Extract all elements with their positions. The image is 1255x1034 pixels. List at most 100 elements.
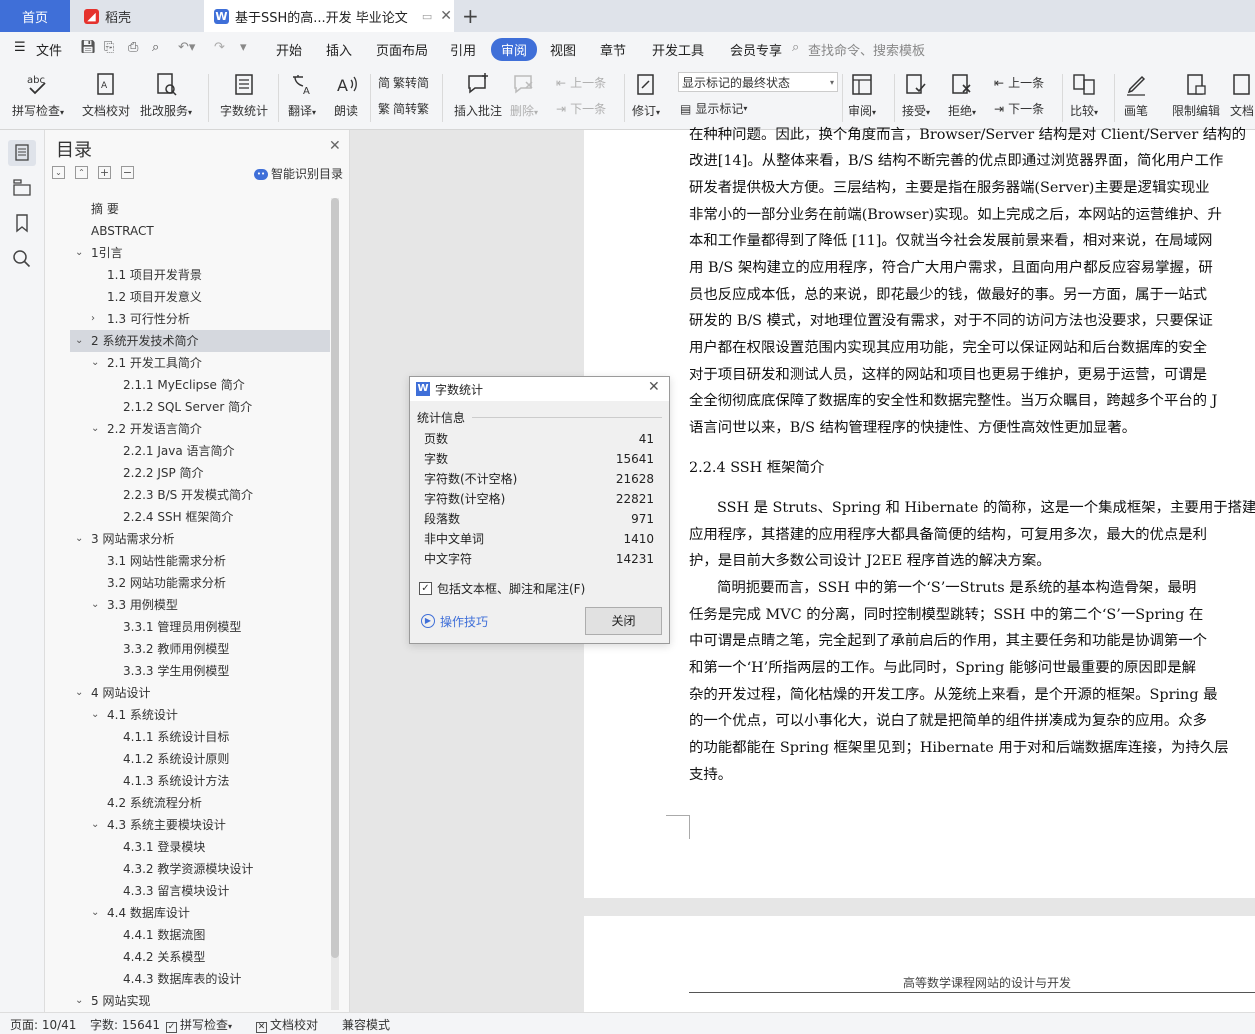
toc-item[interactable]: 4.1.3 系统设计方法 — [123, 770, 229, 792]
chevron-right-icon[interactable]: › — [91, 308, 95, 330]
close-icon[interactable]: ✕ — [329, 138, 341, 154]
new-tab-button[interactable]: + — [462, 0, 482, 32]
close-icon[interactable]: ✕ — [648, 379, 660, 395]
toc-item-selected[interactable]: ⌄ 2 系统开发技术简介 — [75, 330, 295, 352]
tab-home[interactable]: 首页 — [0, 0, 70, 32]
doc-check-button[interactable]: A 文档校对 — [82, 72, 130, 119]
compare-button[interactable]: 比较▾ — [1070, 72, 1098, 119]
expand-down-icon[interactable]: ⌄ — [52, 166, 65, 179]
chevron-down-icon[interactable]: ⌄ — [91, 594, 99, 616]
redo-icon[interactable]: ↷ — [214, 40, 225, 55]
toc-item[interactable]: ⌄ 2.1 开发工具简介 — [91, 352, 291, 374]
prev-revision-button[interactable]: ⇤ 上一条 — [994, 74, 1044, 91]
toc-item[interactable]: 4.4.2 关系模型 — [123, 946, 205, 968]
markup-state-select[interactable]: 显示标记的最终状态 ▾ — [678, 72, 838, 92]
menu-page-layout[interactable]: 页面布局 — [376, 40, 428, 59]
toc-item[interactable]: 3.3.2 教师用例模型 — [123, 638, 229, 660]
menu-view[interactable]: 视图 — [550, 40, 576, 59]
chevron-down-icon[interactable]: ⌄ — [91, 418, 99, 440]
navigation-pane-icon[interactable] — [11, 176, 33, 198]
read-aloud-button[interactable]: A 朗读 — [334, 72, 358, 119]
accept-button[interactable]: 接受▾ — [902, 72, 930, 119]
menu-review[interactable]: 审阅 — [491, 38, 538, 61]
toc-item[interactable]: ⌄ 4 网站设计 — [75, 682, 275, 704]
toc-item[interactable]: ⌄ 4.4 数据库设计 — [91, 902, 291, 924]
print-icon[interactable]: ⎙ — [128, 40, 138, 55]
toc-item[interactable]: ⌄ 2.2 开发语言简介 — [91, 418, 291, 440]
spell-check-status[interactable]: ✓ 拼写检查▾ — [166, 1016, 232, 1033]
insert-comment-button[interactable]: 插入批注 — [454, 72, 502, 119]
word-count-button[interactable]: 字数统计 — [220, 72, 268, 119]
translate-button[interactable]: A 翻译▾ — [288, 72, 316, 119]
toc-item[interactable]: 3.3.3 学生用例模型 — [123, 660, 229, 682]
menu-insert[interactable]: 插入 — [326, 40, 352, 59]
toc-item[interactable]: ⌄ 3 网站需求分析 — [75, 528, 275, 550]
menu-start[interactable]: 开始 — [276, 40, 302, 59]
save-icon[interactable]: 💾︎ — [80, 40, 97, 55]
toc-item[interactable]: 2.1.1 MyEclipse 简介 — [123, 374, 245, 396]
page-indicator[interactable]: 页面: 10/41 — [10, 1016, 76, 1033]
expand-all-icon[interactable]: + — [98, 166, 111, 179]
reject-button[interactable]: 拒绝▾ — [948, 72, 976, 119]
toc-item[interactable]: 2.2.1 Java 语言简介 — [123, 440, 235, 462]
annotate-service-button[interactable]: 批改服务▾ — [140, 72, 192, 119]
toc-item[interactable]: 4.4.1 数据流图 — [123, 924, 205, 946]
customize-icon[interactable]: ▾ — [240, 40, 247, 55]
preview-icon[interactable]: ⌕ — [152, 40, 159, 55]
toc-item[interactable]: 2.2.4 SSH 框架简介 — [123, 506, 233, 528]
toc-item[interactable]: › 1.3 可行性分析 — [91, 308, 291, 330]
tips-link[interactable]: 操作技巧 — [440, 613, 488, 630]
toc-item[interactable]: 1.2 项目开发意义 — [107, 286, 202, 308]
prev-comment-button[interactable]: ⇤ 上一条 — [556, 74, 606, 91]
include-textbox-checkbox[interactable]: ✓ — [419, 582, 432, 595]
toc-item[interactable]: 3.2 网站功能需求分析 — [107, 572, 226, 594]
toc-item[interactable]: ⌄ 1引言 — [75, 242, 275, 264]
hamburger-icon[interactable]: ☰ — [14, 40, 26, 55]
toc-item[interactable]: 4.3.3 留言模块设计 — [123, 880, 229, 902]
chevron-down-icon[interactable]: ⌄ — [91, 814, 99, 836]
menu-member[interactable]: 会员专享 — [730, 40, 782, 59]
bookmark-icon[interactable] — [11, 212, 33, 234]
next-revision-button[interactable]: ⇥ 下一条 — [994, 100, 1044, 117]
toc-item[interactable]: ⌄ 5 网站实现 — [75, 990, 275, 1012]
chevron-down-icon[interactable]: ⌄ — [91, 902, 99, 924]
collapse-all-icon[interactable]: − — [121, 166, 134, 179]
spell-check-button[interactable]: abc 拼写检查▾ — [12, 72, 64, 119]
toc-item[interactable]: 4.3.1 登录模块 — [123, 836, 205, 858]
toc-item[interactable]: 2.1.2 SQL Server 简介 — [123, 396, 252, 418]
chevron-down-icon[interactable]: ⌄ — [91, 704, 99, 726]
chevron-down-icon[interactable]: ⌄ — [75, 330, 83, 352]
delete-comment-button[interactable]: 删除▾ — [510, 72, 538, 119]
smart-toc-button[interactable]: •• 智能识别目录 — [254, 165, 343, 182]
toc-item[interactable]: ABSTRACT — [91, 220, 154, 242]
chevron-down-icon[interactable]: ⌄ — [75, 528, 83, 550]
collapse-up-icon[interactable]: ⌃ — [75, 166, 88, 179]
chevron-down-icon[interactable]: ⌄ — [75, 990, 83, 1012]
menu-reference[interactable]: 引用 — [450, 40, 476, 59]
toc-item[interactable]: ⌄ 4.1 系统设计 — [91, 704, 291, 726]
toc-item[interactable]: 3.1 网站性能需求分析 — [107, 550, 226, 572]
chevron-down-icon[interactable]: ⌄ — [75, 682, 83, 704]
menu-file[interactable]: 文件 — [36, 40, 62, 59]
toc-item[interactable]: 2.2.2 JSP 简介 — [123, 462, 204, 484]
toc-item[interactable]: ⌄ 3.3 用例模型 — [91, 594, 291, 616]
export-icon[interactable]: ⎘ — [104, 40, 114, 55]
toc-item[interactable]: ⌄ 4.3 系统主要模块设计 — [91, 814, 291, 836]
command-search-input[interactable]: 查找命令、搜索模板 — [808, 40, 925, 59]
window-restore-icon[interactable]: ▭ — [422, 10, 432, 23]
pen-button[interactable]: 画笔 — [1124, 72, 1148, 119]
toc-item[interactable]: 2.2.3 B/S 开发模式简介 — [123, 484, 253, 506]
toc-item[interactable]: 1.1 项目开发背景 — [107, 264, 202, 286]
doc-check-status[interactable]: ✕ 文档校对 — [256, 1016, 318, 1033]
revise-button[interactable]: 修订▾ — [632, 72, 660, 119]
next-comment-button[interactable]: ⇥ 下一条 — [556, 100, 606, 117]
show-markup-button[interactable]: ▤ 显示标记 ▾ — [680, 100, 747, 117]
word-count-status[interactable]: 字数: 15641 — [90, 1016, 160, 1033]
toc-panel-tab[interactable] — [8, 140, 36, 166]
toc-item[interactable]: 4.1.1 系统设计目标 — [123, 726, 229, 748]
tab-close-icon[interactable]: ✕ — [440, 8, 452, 24]
search-icon[interactable] — [11, 248, 33, 270]
toc-item[interactable]: 4.1.2 系统设计原则 — [123, 748, 229, 770]
close-button[interactable]: 关闭 — [585, 607, 662, 635]
menu-chapter[interactable]: 章节 — [600, 40, 626, 59]
